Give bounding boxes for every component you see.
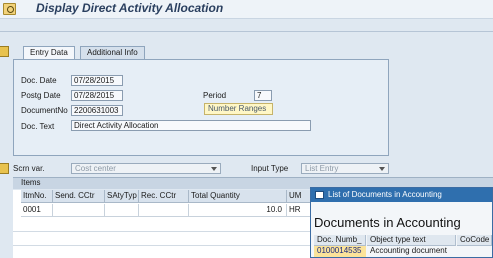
table-cell[interactable] bbox=[53, 204, 105, 217]
document-no-label: DocumentNo bbox=[21, 106, 68, 115]
entry-data-panel: Doc. Date 07/28/2015 Postg Date 07/28/20… bbox=[13, 59, 389, 156]
table-cell[interactable]: 10.0 bbox=[189, 204, 287, 217]
object-type-cell[interactable]: Accounting document bbox=[367, 246, 456, 257]
scrn-var-value: Cost center bbox=[75, 164, 116, 173]
items-table: ItmNo. Send. CCtr SAtyTyp Rec. CCtr Tota… bbox=[13, 190, 313, 258]
scrn-var-label: Scrn var. bbox=[13, 164, 45, 173]
tab-additional-info[interactable]: Additional Info bbox=[80, 46, 145, 60]
column-header[interactable]: Doc. Numb_ bbox=[314, 235, 366, 246]
row-divider bbox=[13, 245, 313, 246]
input-type-label: Input Type bbox=[251, 164, 289, 173]
window-title: Display Direct Activity Allocation bbox=[36, 1, 224, 15]
postg-date-label: Postg Date bbox=[21, 91, 61, 100]
toolbar-separator bbox=[0, 31, 493, 32]
doc-text-field[interactable]: Direct Activity Allocation bbox=[71, 120, 311, 131]
input-type-value: List Entry bbox=[305, 164, 339, 173]
header-expand-button[interactable] bbox=[0, 46, 9, 57]
column-header[interactable]: Rec. CCtr bbox=[139, 190, 189, 203]
table-cell[interactable] bbox=[139, 204, 189, 217]
cocode-cell[interactable] bbox=[457, 246, 492, 257]
chevron-down-icon bbox=[211, 167, 217, 171]
table-cell[interactable] bbox=[105, 204, 139, 217]
row-divider bbox=[13, 231, 313, 232]
documents-popup: List of Documents in Accounting Document… bbox=[310, 187, 493, 258]
column-header[interactable]: SAtyTyp bbox=[105, 190, 139, 203]
window-icon bbox=[315, 191, 324, 199]
column-header[interactable]: Send. CCtr bbox=[53, 190, 105, 203]
doc-date-field[interactable]: 07/28/2015 bbox=[71, 75, 123, 86]
doc-date-label: Doc. Date bbox=[21, 76, 57, 85]
title-bar: Display Direct Activity Allocation bbox=[0, 0, 493, 19]
tab-entry-data[interactable]: Entry Data bbox=[23, 46, 75, 60]
number-ranges-tooltip: Number Ranges bbox=[204, 103, 273, 115]
transaction-menu-icon[interactable] bbox=[3, 3, 16, 15]
period-label: Period bbox=[203, 91, 227, 100]
document-number-cell[interactable]: 0100014535 bbox=[314, 246, 366, 257]
postg-date-field[interactable]: 07/28/2015 bbox=[71, 90, 123, 101]
column-header[interactable]: Total Quantity bbox=[189, 190, 287, 203]
table-cell[interactable]: 0001 bbox=[21, 204, 53, 217]
doc-text-label: Doc. Text bbox=[21, 122, 55, 131]
column-header[interactable]: CoCode bbox=[457, 235, 492, 246]
column-header[interactable]: Object type text bbox=[367, 235, 456, 246]
items-expand-button[interactable] bbox=[0, 163, 9, 174]
popup-heading: Documents in Accounting bbox=[314, 215, 461, 230]
chevron-down-icon bbox=[379, 167, 385, 171]
popup-title: List of Documents in Accounting bbox=[311, 188, 492, 202]
period-field[interactable]: 7 bbox=[254, 90, 272, 101]
input-type-select[interactable]: List Entry bbox=[301, 163, 389, 174]
column-header[interactable]: ItmNo. bbox=[21, 190, 53, 203]
scrn-var-select[interactable]: Cost center bbox=[71, 163, 221, 174]
document-no-field[interactable]: 2200631003 bbox=[71, 105, 123, 116]
